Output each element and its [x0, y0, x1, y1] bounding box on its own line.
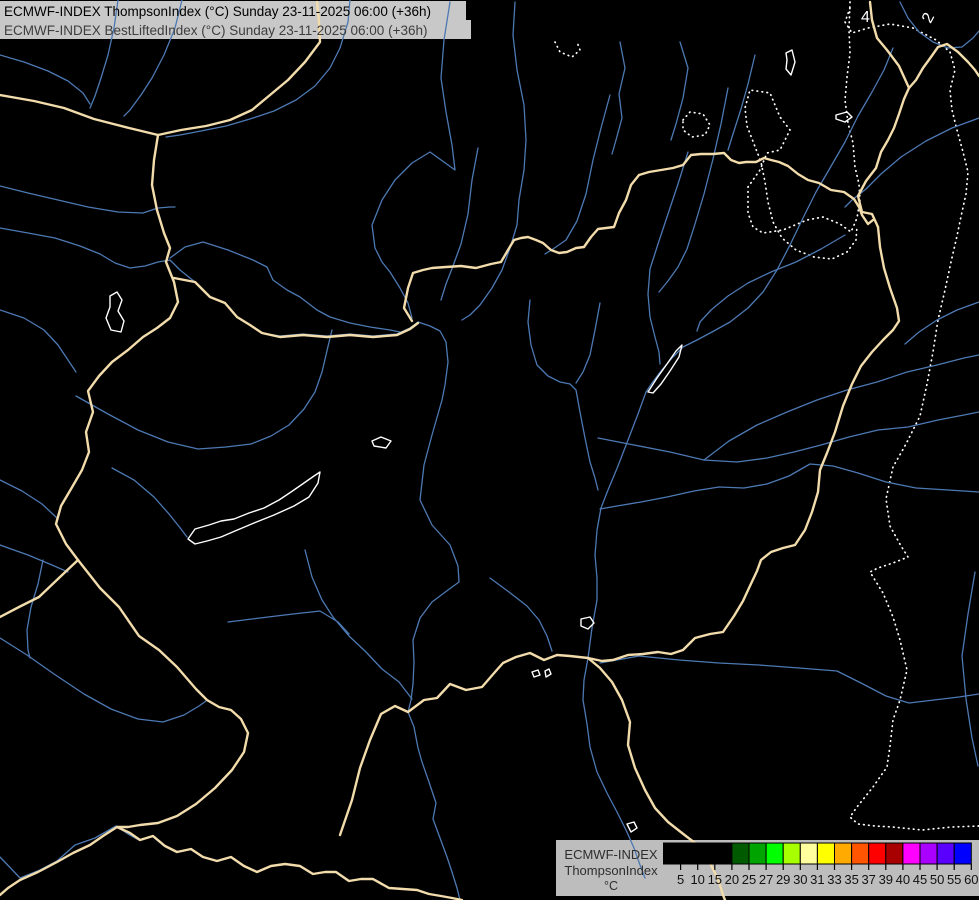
- legend-color-box: [817, 843, 834, 864]
- legend-color-box: [766, 843, 783, 864]
- legend-color-box: [800, 843, 817, 864]
- weather-map-screenshot: 4 2 ECMWF-INDEX ThompsonIndex (°C) Sunda…: [0, 0, 979, 900]
- legend-tick-label: 30: [793, 872, 807, 887]
- header-title-line1: ECMWF-INDEX ThompsonIndex (°C) Sunday 23…: [4, 4, 431, 19]
- legend-color-box: [937, 843, 954, 864]
- legend-tick-label: 15: [708, 872, 722, 887]
- legend-tick-label: 37: [861, 872, 875, 887]
- legend-color-box: [715, 843, 732, 864]
- map-background: [0, 0, 979, 900]
- legend-tick-label: 5: [677, 872, 684, 887]
- legend-title-line2: ThompsonIndex: [564, 863, 658, 878]
- legend-color-box: [954, 843, 971, 864]
- legend-tick-label: 40: [896, 872, 910, 887]
- legend-color-box: [698, 843, 715, 864]
- map-canvas: 4 2 ECMWF-INDEX ThompsonIndex (°C) Sunda…: [0, 0, 979, 900]
- legend-tick-label: 60: [964, 872, 978, 887]
- legend-tick-label: 29: [776, 872, 790, 887]
- legend-tick-label: 33: [827, 872, 841, 887]
- legend-color-box: [835, 843, 852, 864]
- legend-tick-label: 35: [844, 872, 858, 887]
- legend-color-box: [732, 843, 749, 864]
- legend-tick-label: 25: [742, 872, 756, 887]
- legend-tick-label: 20: [725, 872, 739, 887]
- header-title-line2: ECMWF-INDEX BestLiftedIndex (°C) Sunday …: [4, 23, 427, 38]
- legend-tick-label: 45: [913, 872, 927, 887]
- legend-color-box: [869, 843, 886, 864]
- legend-color-box: [920, 843, 937, 864]
- legend-colorbar: [664, 843, 972, 864]
- legend-color-box: [681, 843, 698, 864]
- legend-tick-label: 10: [690, 872, 704, 887]
- legend-title-line1: ECMWF-INDEX: [564, 847, 657, 862]
- legend-color-box: [886, 843, 903, 864]
- legend-color-box: [783, 843, 800, 864]
- contour-label-4: 4: [861, 9, 870, 26]
- legend-tick-label: 27: [759, 872, 773, 887]
- legend-color-box: [852, 843, 869, 864]
- legend-tick-label: 50: [930, 872, 944, 887]
- legend-unit: °C: [604, 879, 618, 893]
- legend-tick-label: 39: [879, 872, 893, 887]
- legend-color-box: [903, 843, 920, 864]
- legend-tick-label: 55: [947, 872, 961, 887]
- legend-color-box: [749, 843, 766, 864]
- legend-color-box: [664, 843, 681, 864]
- legend-tick-label: 31: [810, 872, 824, 887]
